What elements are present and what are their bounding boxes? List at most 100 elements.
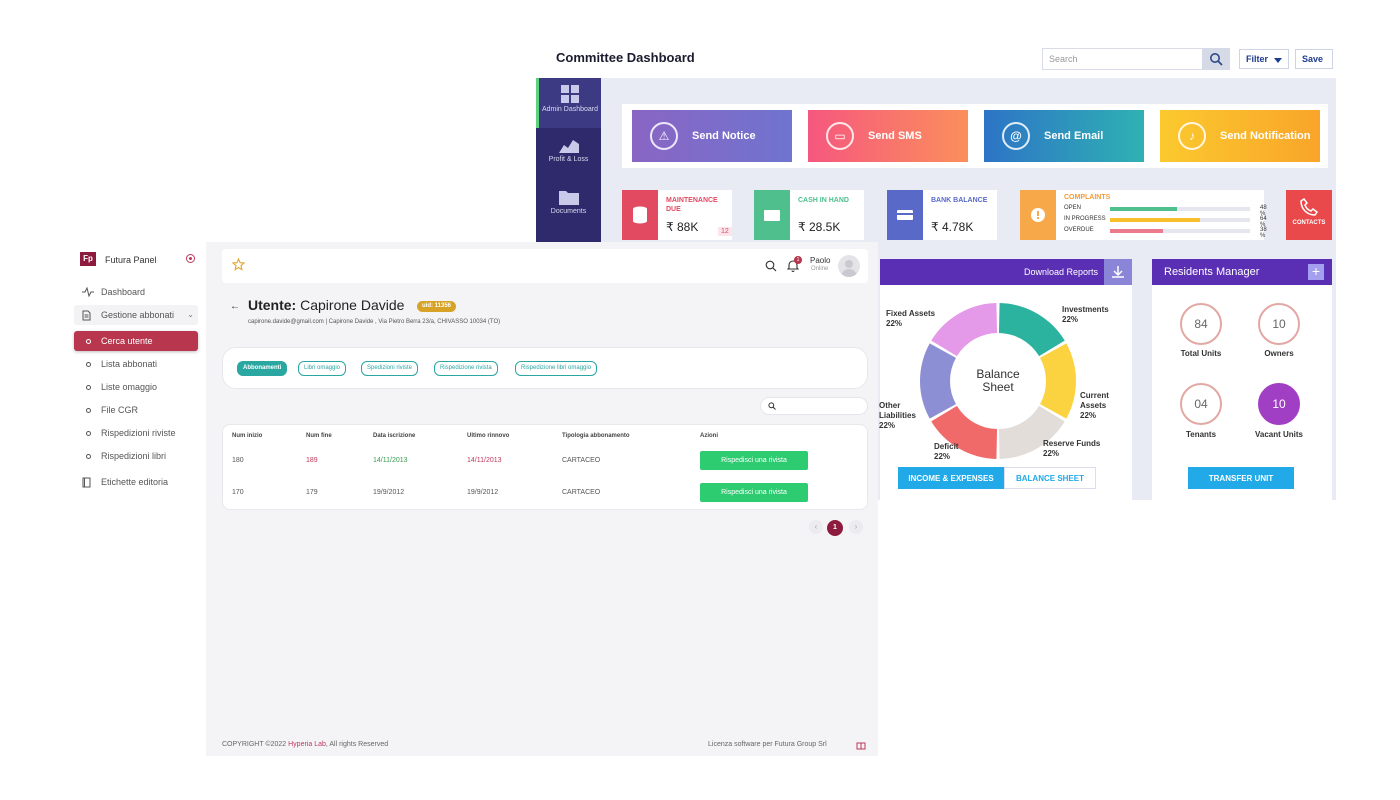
tab-income-expenses[interactable]: INCOME & EXPENSES bbox=[898, 467, 1004, 489]
action-label: Send Notification bbox=[1220, 130, 1311, 142]
bullet-icon bbox=[86, 453, 91, 459]
stat-label: MAINTENANCE DUE bbox=[666, 197, 718, 213]
footer-license: Licenza software per Futura Group Srl bbox=[708, 741, 827, 748]
transfer-unit-button[interactable]: TRANSFER UNIT bbox=[1188, 467, 1294, 489]
cell-num-fine: 189 bbox=[306, 457, 318, 464]
pager-prev-button[interactable]: ‹ bbox=[809, 520, 823, 534]
owners-circle[interactable]: 10 bbox=[1258, 303, 1300, 345]
committee-search-button[interactable] bbox=[1202, 48, 1230, 70]
filter-label: Filter bbox=[1246, 54, 1269, 64]
complaint-row-in-progress: IN PROGRESS 64 % bbox=[1064, 216, 1267, 228]
sidebar-item-rispedizioni-libri[interactable]: Rispedizioni libri bbox=[74, 446, 198, 466]
hyperia-lab-link[interactable]: Hyperia Lab bbox=[288, 741, 326, 748]
card-icon bbox=[887, 190, 923, 240]
send-sms-button[interactable]: ▭ Send SMS bbox=[808, 110, 968, 162]
tenants-label: Tenants bbox=[1185, 430, 1217, 439]
rispedisci-button[interactable]: Rispedisci una rivista bbox=[700, 483, 808, 502]
tab-spedizioni-riviste[interactable]: Spedizioni riviste bbox=[361, 361, 419, 376]
progress-fill bbox=[1110, 229, 1164, 233]
stat-complaints[interactable]: COMPLAINTS OPEN 48 % IN PROGRESS 64 % OV… bbox=[1020, 190, 1267, 240]
send-email-button[interactable]: @ Send Email bbox=[984, 110, 1144, 162]
stat-label: CASH IN HAND bbox=[798, 197, 849, 204]
user-icon bbox=[841, 260, 857, 277]
send-notice-button[interactable]: ⚠ Send Notice bbox=[632, 110, 792, 162]
committee-title: Committee Dashboard bbox=[556, 50, 695, 65]
total-units-label: Total Units bbox=[1180, 349, 1222, 358]
complaint-pct: 38 % bbox=[1260, 227, 1267, 239]
sidebar-item-liste-omaggio[interactable]: Liste omaggio bbox=[74, 377, 198, 397]
tenants-circle[interactable]: 04 bbox=[1180, 383, 1222, 425]
stat-badge: 12 bbox=[718, 227, 732, 236]
pie-label-investments: Investments 22% bbox=[1062, 305, 1109, 324]
tab-abbonamenti[interactable]: Abbonamenti bbox=[237, 361, 288, 376]
warning-icon: ⚠ bbox=[650, 122, 678, 150]
sidebar-item-profit-loss[interactable]: Profit & Loss bbox=[536, 130, 601, 180]
search-icon[interactable] bbox=[765, 260, 777, 272]
stat-maintenance-due[interactable]: MAINTENANCE DUE ₹ 88K 12 bbox=[622, 190, 732, 240]
radio-icon[interactable] bbox=[186, 254, 195, 263]
pie-label-current-assets: Current Assets 22% bbox=[1080, 391, 1109, 420]
notification-badge: 1 bbox=[794, 256, 802, 264]
bullet-icon bbox=[86, 430, 91, 436]
futura-panel-window: Fp Futura Panel Dashboard Gestione abbon… bbox=[66, 242, 878, 756]
wallet-icon bbox=[754, 190, 790, 240]
stat-value: ₹ 4.78K bbox=[931, 220, 974, 234]
download-reports-button[interactable] bbox=[1104, 259, 1132, 285]
tab-balance-sheet[interactable]: BALANCE SHEET bbox=[1004, 467, 1096, 489]
futura-logo: Fp bbox=[80, 252, 96, 266]
save-button[interactable]: Save bbox=[1295, 49, 1333, 69]
donut-slice[interactable] bbox=[920, 343, 956, 419]
donut-center-label: Balance bbox=[976, 367, 1020, 381]
cell-ultimo-rinnovo: 14/11/2013 bbox=[467, 457, 502, 464]
sidebar-item-label: Rispedizioni riviste bbox=[101, 428, 176, 438]
sidebar-item-etichette-editoria[interactable]: Etichette editoria bbox=[74, 472, 198, 492]
sidebar-item-dashboard[interactable]: Dashboard bbox=[74, 282, 198, 302]
balance-sheet-header: Download Reports bbox=[880, 259, 1132, 285]
star-icon[interactable] bbox=[232, 258, 245, 271]
footer-copyright: COPYRIGHT ©2022 Hyperia Lab, All rights … bbox=[222, 741, 389, 748]
vacant-units-circle[interactable]: 10 bbox=[1258, 383, 1300, 425]
stat-label: BANK BALANCE bbox=[931, 197, 988, 204]
table-search-input[interactable] bbox=[760, 397, 868, 415]
cell-num-inizio: 170 bbox=[232, 489, 244, 496]
tab-rispedizione-rivista[interactable]: Rispedizione rivista bbox=[434, 361, 498, 376]
cell-data-iscrizione: 14/11/2013 bbox=[373, 457, 408, 464]
tab-rispedizione-libri-omaggio[interactable]: Rispedizione libri omaggio bbox=[515, 361, 598, 376]
document-icon bbox=[82, 310, 96, 321]
sidebar-item-documents[interactable]: Documents bbox=[536, 182, 601, 232]
avatar[interactable] bbox=[838, 255, 860, 277]
filter-dropdown[interactable]: Filter bbox=[1239, 49, 1289, 69]
total-units-circle[interactable]: 84 bbox=[1180, 303, 1222, 345]
committee-search-input[interactable]: Search bbox=[1042, 48, 1228, 70]
pager-next-button[interactable]: › bbox=[849, 520, 863, 534]
stat-bank-balance[interactable]: BANK BALANCE ₹ 4.78K bbox=[887, 190, 997, 240]
sidebar-item-label: Etichette editoria bbox=[101, 477, 169, 487]
send-notification-button[interactable]: ♪ Send Notification bbox=[1160, 110, 1320, 162]
back-arrow-icon[interactable]: ← bbox=[230, 301, 240, 312]
sidebar-item-rispedizioni-riviste[interactable]: Rispedizioni riviste bbox=[74, 423, 198, 443]
rispedisci-button[interactable]: Rispedisci una rivista bbox=[700, 451, 808, 470]
gift-icon[interactable] bbox=[856, 740, 866, 750]
column-header: Ultimo rinnovo bbox=[467, 433, 510, 439]
stat-cash-in-hand[interactable]: CASH IN HAND ₹ 28.5K bbox=[754, 190, 864, 240]
uid-badge: uid: 11356 bbox=[417, 301, 457, 312]
add-icon[interactable]: + bbox=[1308, 264, 1324, 280]
tab-libri-omaggio[interactable]: Libri omaggio bbox=[298, 361, 347, 376]
pager-current-page[interactable]: 1 bbox=[827, 520, 843, 536]
column-header: Data iscrizione bbox=[373, 433, 416, 439]
sidebar-item-lista-abbonati[interactable]: Lista abbonati bbox=[74, 354, 198, 374]
pie-label-fixed-assets: Fixed Assets 22% bbox=[886, 309, 936, 328]
donut-center-label: Sheet bbox=[982, 380, 1014, 394]
sidebar-item-label: Profit & Loss bbox=[548, 156, 589, 163]
stat-value: ₹ 28.5K bbox=[798, 220, 841, 234]
sidebar-item-file-cgr[interactable]: File CGR bbox=[74, 400, 198, 420]
sidebar-item-cerca-utente[interactable]: Cerca utente bbox=[74, 331, 198, 351]
sidebar-item-label: Documents bbox=[550, 208, 587, 215]
cell-tipologia: CARTACEO bbox=[562, 489, 601, 496]
sidebar-item-admin-dashboard[interactable]: Admin Dashboard bbox=[536, 78, 601, 128]
sidebar-item-gestione-abbonati[interactable]: Gestione abbonati ⌄ bbox=[74, 305, 198, 325]
chat-icon: ▭ bbox=[826, 122, 854, 150]
futura-content: 1 Paolo Online ← Utente: Capirone Davide… bbox=[206, 242, 878, 756]
donut-slice[interactable] bbox=[1040, 343, 1076, 419]
contacts-button[interactable]: CONTACTS bbox=[1286, 190, 1332, 240]
